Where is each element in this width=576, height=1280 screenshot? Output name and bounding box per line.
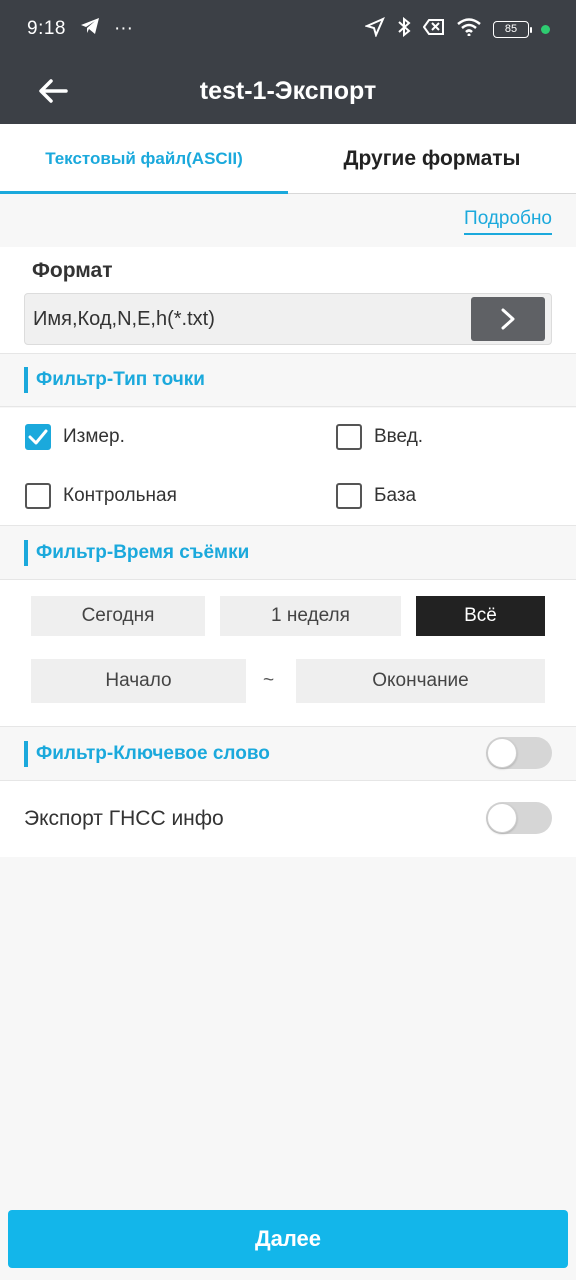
checkbox-unchecked-icon [25,483,51,509]
status-time: 9:18 [27,18,66,39]
section-accent-bar [24,367,28,393]
chevron-right-icon [501,308,515,330]
format-label: Формат [32,259,113,282]
time-filter-options: Сегодня 1 неделя Всё Начало ~ Окончание [0,580,576,726]
date-range-separator: ~ [263,670,275,691]
page-title: test-1-Экспорт [199,76,377,105]
status-bar: 9:18 ··· 85 [0,0,576,58]
format-section: Формат Имя,Код,N,E,h(*.txt) [0,247,576,353]
detail-row: Подробно [0,194,576,247]
period-today-button[interactable]: Сегодня [31,596,205,636]
tab-bar: Текстовый файл(ASCII) Другие форматы [0,124,576,194]
keyword-filter-toggle[interactable] [486,737,552,769]
format-select-button[interactable] [471,297,545,341]
checkbox-label: База [374,485,417,506]
location-icon [364,16,385,42]
point-type-filter-title: Фильтр-Тип точки [36,369,205,390]
privacy-indicator-icon [541,24,550,34]
arrow-left-icon [39,79,68,103]
checkbox-label: Введ. [374,426,424,447]
details-link[interactable]: Подробно [464,208,552,235]
telegram-icon [80,17,100,41]
start-date-button[interactable]: Начало [31,659,246,703]
point-type-options: Измер. Введ. Контрольная База [0,408,576,525]
section-accent-bar [24,740,28,767]
time-filter-title: Фильтр-Время съёмки [36,541,250,563]
checkbox-label: Измер. [63,426,125,447]
checkbox-entered[interactable]: Введ. [336,424,423,450]
bluetooth-icon [397,16,411,42]
no-sim-icon [422,18,445,41]
gnss-export-toggle[interactable] [486,802,552,834]
checkbox-checked-icon [25,424,51,450]
status-left: 9:18 ··· [27,17,133,41]
time-filter-header: Фильтр-Время съёмки [0,525,576,580]
point-type-filter-header: Фильтр-Тип точки [0,353,576,407]
checkbox-unchecked-icon [336,424,362,450]
next-button[interactable]: Далее [8,1210,568,1268]
app-bar: test-1-Экспорт [0,58,576,124]
wifi-icon [457,17,481,41]
status-right: 85 [364,16,550,42]
period-week-button[interactable]: 1 неделя [220,596,401,636]
keyword-filter-header: Фильтр-Ключевое слово [0,726,576,781]
period-all-button[interactable]: Всё [416,596,545,636]
format-value: Имя,Код,N,E,h(*.txt) [33,307,215,330]
checkbox-base[interactable]: База [336,483,416,509]
format-selector[interactable]: Имя,Код,N,E,h(*.txt) [24,293,552,345]
more-notifications-icon: ··· [113,18,133,39]
checkbox-label: Контрольная [63,485,177,506]
toggle-knob [487,803,517,833]
back-button[interactable] [36,74,70,108]
gnss-export-label: Экспорт ГНСС инфо [24,807,224,830]
tab-ascii[interactable]: Текстовый файл(ASCII) [0,124,288,194]
gnss-export-row: Экспорт ГНСС инфо [0,781,576,857]
checkbox-control[interactable]: Контрольная [25,483,177,509]
checkbox-unchecked-icon [336,483,362,509]
toggle-knob [487,738,517,768]
section-accent-bar [24,539,28,566]
end-date-button[interactable]: Окончание [296,659,545,703]
battery-icon: 85 [493,20,532,38]
keyword-filter-title: Фильтр-Ключевое слово [36,742,270,764]
checkbox-measured[interactable]: Измер. [25,424,125,450]
tab-other-formats[interactable]: Другие форматы [288,124,576,193]
